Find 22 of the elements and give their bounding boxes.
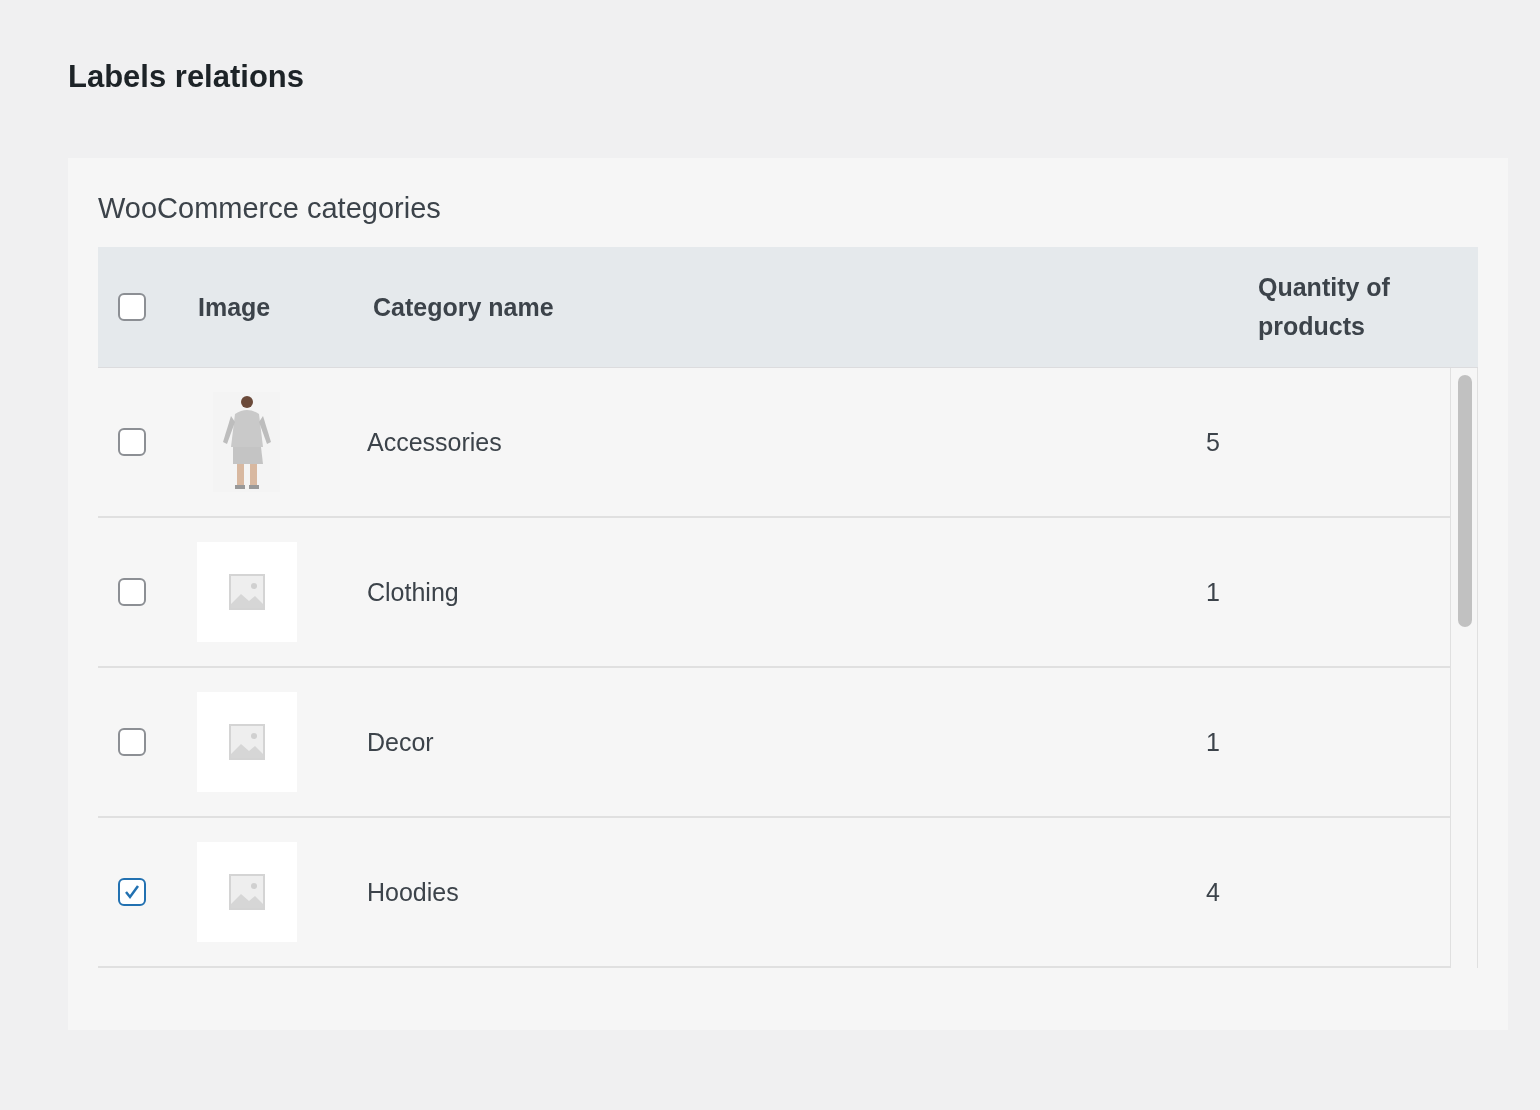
column-header: Image	[198, 291, 271, 323]
section-title: WooCommerce categories	[98, 191, 442, 226]
scrollbar-thumb[interactable]	[1458, 375, 1472, 627]
select-all-checkbox[interactable]	[118, 293, 146, 321]
product-quantity: 5	[1206, 427, 1220, 457]
category-name: Clothing	[367, 577, 459, 607]
column-header: Quantity of products	[1258, 272, 1391, 342]
column-header: Category name	[373, 291, 554, 323]
row-checkbox[interactable]	[118, 578, 146, 606]
row-checkbox[interactable]	[118, 428, 146, 456]
image-icon	[229, 724, 265, 760]
product-quantity: 1	[1206, 727, 1220, 757]
row-checkbox[interactable]	[118, 878, 146, 906]
product-quantity: 4	[1206, 877, 1220, 907]
category-name: Hoodies	[367, 877, 459, 907]
row-checkbox[interactable]	[118, 728, 146, 756]
category-name: Decor	[367, 727, 434, 757]
image-icon	[229, 574, 265, 610]
product-quantity: 1	[1206, 577, 1220, 607]
category-name: Accessories	[367, 427, 502, 457]
page-title: Labels relations	[68, 58, 306, 96]
image-icon	[229, 874, 265, 910]
